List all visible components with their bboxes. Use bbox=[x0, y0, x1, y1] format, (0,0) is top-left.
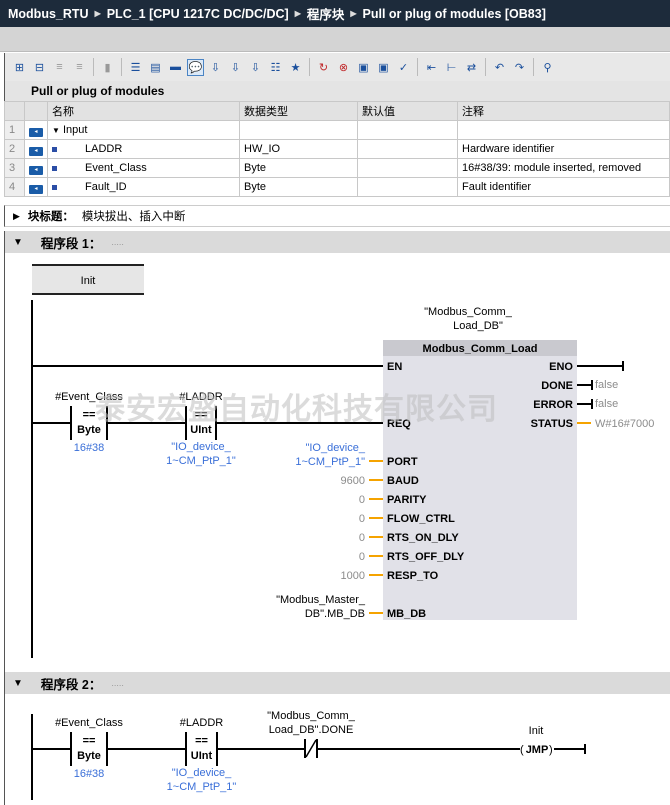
output-pin-eno: ENO bbox=[549, 361, 573, 373]
jmp-label[interactable]: Init bbox=[529, 725, 544, 737]
input-pin-flow_ctrl: FLOW_CTRL bbox=[387, 513, 455, 525]
param-value-resp_to[interactable]: 1000 bbox=[341, 570, 365, 582]
input-pin-en: EN bbox=[387, 361, 402, 373]
comparator-operand[interactable]: #LADDR bbox=[180, 717, 223, 729]
param-value-port[interactable]: "IO_device_ bbox=[305, 442, 365, 454]
instance-db-line2[interactable]: Load_DB" bbox=[453, 320, 503, 332]
comparator-type: UInt bbox=[191, 750, 213, 762]
function-block-name: Modbus_Comm_Load bbox=[423, 343, 538, 355]
output-pin-status: STATUS bbox=[531, 418, 573, 430]
param-value-baud[interactable]: 9600 bbox=[341, 475, 365, 487]
comparator-type: Byte bbox=[77, 424, 101, 436]
output-value-error: false bbox=[595, 398, 618, 410]
comparator-n2c2[interactable]: #LADDR == UInt "IO_device_ 1~CM_PtP_1" bbox=[167, 717, 237, 793]
comparator-operand[interactable]: #LADDR bbox=[179, 391, 222, 403]
comparator-operand[interactable]: #Event_Class bbox=[55, 391, 123, 403]
comparator-value[interactable]: "IO_device_ bbox=[171, 441, 231, 453]
coil-left-paren: ( bbox=[520, 744, 524, 756]
output-value-status: W#16#7000 bbox=[595, 418, 654, 430]
input-pin-baud: BAUD bbox=[387, 475, 419, 487]
input-pin-rts_on_dly: RTS_ON_DLY bbox=[387, 532, 459, 544]
contact-operand-line2[interactable]: Load_DB".DONE bbox=[269, 724, 354, 736]
jump-label: Init bbox=[81, 275, 96, 287]
comparator-value[interactable]: 1~CM_PtP_1" bbox=[166, 455, 236, 467]
param-value-port[interactable]: 1~CM_PtP_1" bbox=[295, 456, 365, 468]
comparator-operator: == bbox=[195, 409, 208, 421]
contact-operand-line1[interactable]: "Modbus_Comm_ bbox=[267, 710, 356, 722]
output-pin-done: DONE bbox=[541, 380, 573, 392]
output-value-done: false bbox=[595, 379, 618, 391]
instance-db-line1[interactable]: "Modbus_Comm_ bbox=[424, 306, 513, 318]
input-pin-port: PORT bbox=[387, 456, 418, 468]
input-pin-resp_to: RESP_TO bbox=[387, 570, 439, 582]
comparator-value[interactable]: 1~CM_PtP_1" bbox=[167, 781, 237, 793]
input-pin-req: REQ bbox=[387, 418, 411, 430]
coil-right-paren: ) bbox=[549, 744, 553, 756]
comparator-operand[interactable]: #Event_Class bbox=[55, 717, 123, 729]
comparator-operator: == bbox=[83, 735, 96, 747]
comparator-operator: == bbox=[195, 735, 208, 747]
comparator-type: Byte bbox=[77, 750, 101, 762]
input-pin-mb_db: MB_DB bbox=[387, 608, 426, 620]
param-value-rts_off_dly[interactable]: 0 bbox=[359, 551, 365, 563]
normally-closed-contact[interactable] bbox=[304, 739, 318, 758]
param-value-flow_ctrl[interactable]: 0 bbox=[359, 513, 365, 525]
comparator-type: UInt bbox=[190, 424, 212, 436]
comparator-value[interactable]: "IO_device_ bbox=[172, 767, 232, 779]
input-pin-rts_off_dly: RTS_OFF_DLY bbox=[387, 551, 465, 563]
param-value-parity[interactable]: 0 bbox=[359, 494, 365, 506]
jmp-coil[interactable]: JMP bbox=[526, 744, 549, 756]
ladder-diagram: Init "Modbus_Comm_ Load_DB" Modbus_Comm_… bbox=[31, 264, 654, 800]
comparator-operator: == bbox=[83, 409, 96, 421]
param-value-rts_on_dly[interactable]: 0 bbox=[359, 532, 365, 544]
input-pin-parity: PARITY bbox=[387, 494, 427, 506]
comparator-value[interactable]: 16#38 bbox=[74, 442, 105, 454]
comparator-n1c2[interactable]: #LADDR == UInt "IO_device_ 1~CM_PtP_1" bbox=[166, 391, 236, 467]
comparator-value[interactable]: 16#38 bbox=[74, 768, 105, 780]
param-value-mb_db[interactable]: "Modbus_Master_ bbox=[276, 594, 366, 606]
param-value-mb_db[interactable]: DB".MB_DB bbox=[305, 608, 365, 620]
output-pin-error: ERROR bbox=[533, 399, 573, 411]
